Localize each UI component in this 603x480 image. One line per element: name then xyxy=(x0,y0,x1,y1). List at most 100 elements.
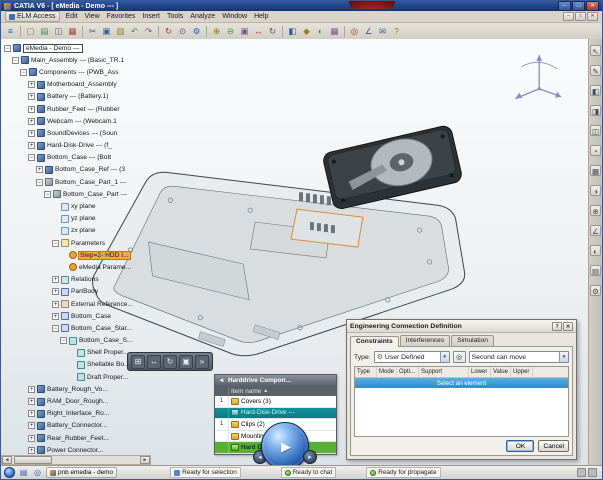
expand-toggle[interactable]: + xyxy=(28,385,35,393)
cancel-button[interactable]: Cancel xyxy=(538,440,569,452)
expand-toggle[interactable]: − xyxy=(52,239,59,247)
expand-toggle[interactable]: − xyxy=(44,190,51,198)
fit-all-icon[interactable]: ▣ xyxy=(238,25,251,38)
view-compass[interactable] xyxy=(515,54,562,100)
paste-icon[interactable]: ▥ xyxy=(114,25,127,38)
zoom-fit-icon[interactable]: ▣ xyxy=(179,354,193,369)
rotate-icon[interactable]: ↻ xyxy=(163,354,177,369)
wireframe-icon[interactable]: ▦ xyxy=(328,25,341,38)
tree-item-yz-plane[interactable]: yz plane xyxy=(1,213,153,225)
tree-item-partbody[interactable]: + PartBody xyxy=(1,286,153,298)
tree-item-zx-plane[interactable]: zx plane xyxy=(1,225,153,237)
expand-toggle[interactable]: + xyxy=(28,81,35,89)
expand-toggle[interactable]: + xyxy=(36,166,43,174)
expand-toggle[interactable]: + xyxy=(28,142,35,150)
mirror-icon[interactable]: ◑ xyxy=(590,185,601,196)
play-button[interactable]: ▶ xyxy=(261,422,309,465)
taskbar-item-emedia[interactable]: pnb emedia - demo xyxy=(46,467,118,478)
zoom-out-icon[interactable]: ⊖ xyxy=(224,25,237,38)
search-icon[interactable]: ⊙ xyxy=(176,25,189,38)
collapse-panel-icon[interactable]: ◄ xyxy=(217,378,226,384)
tree-item-ram-door-rough[interactable]: + RAM_Door_Rough... xyxy=(1,395,153,407)
doc-close-button[interactable]: ✕ xyxy=(587,12,598,21)
column-opti[interactable]: Opti... xyxy=(397,367,419,377)
pattern-icon[interactable]: ▦ xyxy=(590,165,601,176)
tree-toggle-icon[interactable]: ≡ xyxy=(4,25,17,38)
tree-item-bottom-case-bott[interactable]: − Bottom_Case --- (Bott xyxy=(1,152,153,164)
scroll-right-icon[interactable]: ► xyxy=(140,456,150,464)
next-step-button[interactable]: ► xyxy=(303,450,317,464)
column-mode[interactable]: Mode xyxy=(377,367,397,377)
dialog-title-bar[interactable]: Engineering Connection Definition ? ✕ xyxy=(347,320,576,333)
tray-icon[interactable] xyxy=(588,468,597,477)
copy-icon[interactable]: ▣ xyxy=(100,25,113,38)
open-icon[interactable]: ▤ xyxy=(38,25,51,38)
elm-access-button[interactable]: ELM Access xyxy=(5,11,60,22)
column-lower[interactable]: Lower xyxy=(469,367,491,377)
move-mode-dropdown[interactable]: Second can move ▼ xyxy=(468,351,569,363)
tree-item-bottom-case-part[interactable]: − Bottom_Case_Part --- xyxy=(1,188,153,200)
explorer-icon[interactable]: ▤ xyxy=(18,467,29,478)
expand-toggle[interactable]: − xyxy=(52,324,59,332)
menu-tools[interactable]: Tools xyxy=(167,13,183,20)
print-icon[interactable]: ▦ xyxy=(66,25,79,38)
measure-icon[interactable]: ∠ xyxy=(362,25,375,38)
system-tray[interactable] xyxy=(575,468,599,477)
tree-item-battery-connector[interactable]: + Battery_Connector... xyxy=(1,420,153,432)
tab-interferences[interactable]: Interferences xyxy=(399,335,451,346)
reverse-direction-button[interactable]: ◎ xyxy=(452,351,466,363)
expand-toggle[interactable]: − xyxy=(20,68,27,76)
column-upper[interactable]: Upper xyxy=(511,367,533,377)
help-icon[interactable]: ? xyxy=(390,25,403,38)
tab-simulation[interactable]: Simulation xyxy=(451,335,494,346)
shell-icon[interactable]: ◫ xyxy=(590,125,601,136)
tree-item-bottom-case-star[interactable]: − Bottom_Case_Star... xyxy=(1,322,153,334)
close-button[interactable]: ✕ xyxy=(586,1,599,11)
start-button[interactable] xyxy=(4,467,15,478)
save-icon[interactable]: ◫ xyxy=(52,25,65,38)
tree-item-right-interface-ro[interactable]: + Right_Interface_Ro... xyxy=(1,408,153,420)
iso-view-icon[interactable]: ◆ xyxy=(300,25,313,38)
menu-window[interactable]: Window xyxy=(222,13,247,20)
material-icon[interactable]: ◐ xyxy=(590,245,601,256)
expand-toggle[interactable]: + xyxy=(52,276,59,284)
pocket-icon[interactable]: ◨ xyxy=(590,105,601,116)
undo-icon[interactable]: ↶ xyxy=(128,25,141,38)
cut-icon[interactable]: ✂ xyxy=(86,25,99,38)
hard-disk-drive-model[interactable] xyxy=(322,125,463,211)
options-icon[interactable]: ⚙ xyxy=(590,285,601,296)
scrollbar-thumb[interactable] xyxy=(14,456,52,464)
dialog-close-button[interactable]: ✕ xyxy=(563,321,573,331)
type-dropdown[interactable]: ⚙ User Defined ▼ xyxy=(373,351,450,363)
tab-constraints[interactable]: Constraints xyxy=(350,336,399,347)
chat-icon[interactable]: ✉ xyxy=(376,25,389,38)
constraints-table-body[interactable] xyxy=(355,388,568,436)
panel-column-header[interactable]: Item name ▲ xyxy=(215,386,336,396)
zoom-in-icon[interactable]: ⊕ xyxy=(210,25,223,38)
expand-toggle[interactable]: − xyxy=(12,56,19,64)
pad-icon[interactable]: ◧ xyxy=(590,85,601,96)
refresh-icon[interactable]: ↻ xyxy=(162,25,175,38)
fillet-icon[interactable]: ◔ xyxy=(590,145,601,156)
ok-button[interactable]: OK xyxy=(506,440,535,452)
expand-toggle[interactable]: + xyxy=(28,129,35,137)
expand-toggle[interactable]: − xyxy=(60,337,67,345)
menu-help[interactable]: Help xyxy=(254,13,268,20)
expand-toggle[interactable]: + xyxy=(28,117,35,125)
expand-toggle[interactable]: + xyxy=(52,312,59,320)
expand-toggle[interactable]: + xyxy=(28,422,35,430)
rotate-icon[interactable]: ↻ xyxy=(266,25,279,38)
settings-icon[interactable]: ⚙ xyxy=(190,25,203,38)
tree-item-emedia-parame[interactable]: eMedia Parame... xyxy=(1,261,153,273)
expand-toggle[interactable]: + xyxy=(28,410,35,418)
tree-item-battery-battery-1[interactable]: + Battery --- (Battery.1) xyxy=(1,91,153,103)
expand-toggle[interactable]: + xyxy=(28,93,35,101)
column-value[interactable]: Value xyxy=(491,367,511,377)
expand-toggle[interactable]: − xyxy=(36,178,43,186)
tree-item-relations[interactable]: + Relations xyxy=(1,274,153,286)
tree-item-bottom-case-ref-3[interactable]: + Bottom_Case_Ref --- (3 xyxy=(1,164,153,176)
pointer-icon[interactable]: ↖ xyxy=(590,45,601,56)
shaded-icon[interactable]: ◐ xyxy=(314,25,327,38)
menu-favorites[interactable]: Favorites xyxy=(107,13,136,20)
pan-icon[interactable]: ↔ xyxy=(147,354,161,369)
